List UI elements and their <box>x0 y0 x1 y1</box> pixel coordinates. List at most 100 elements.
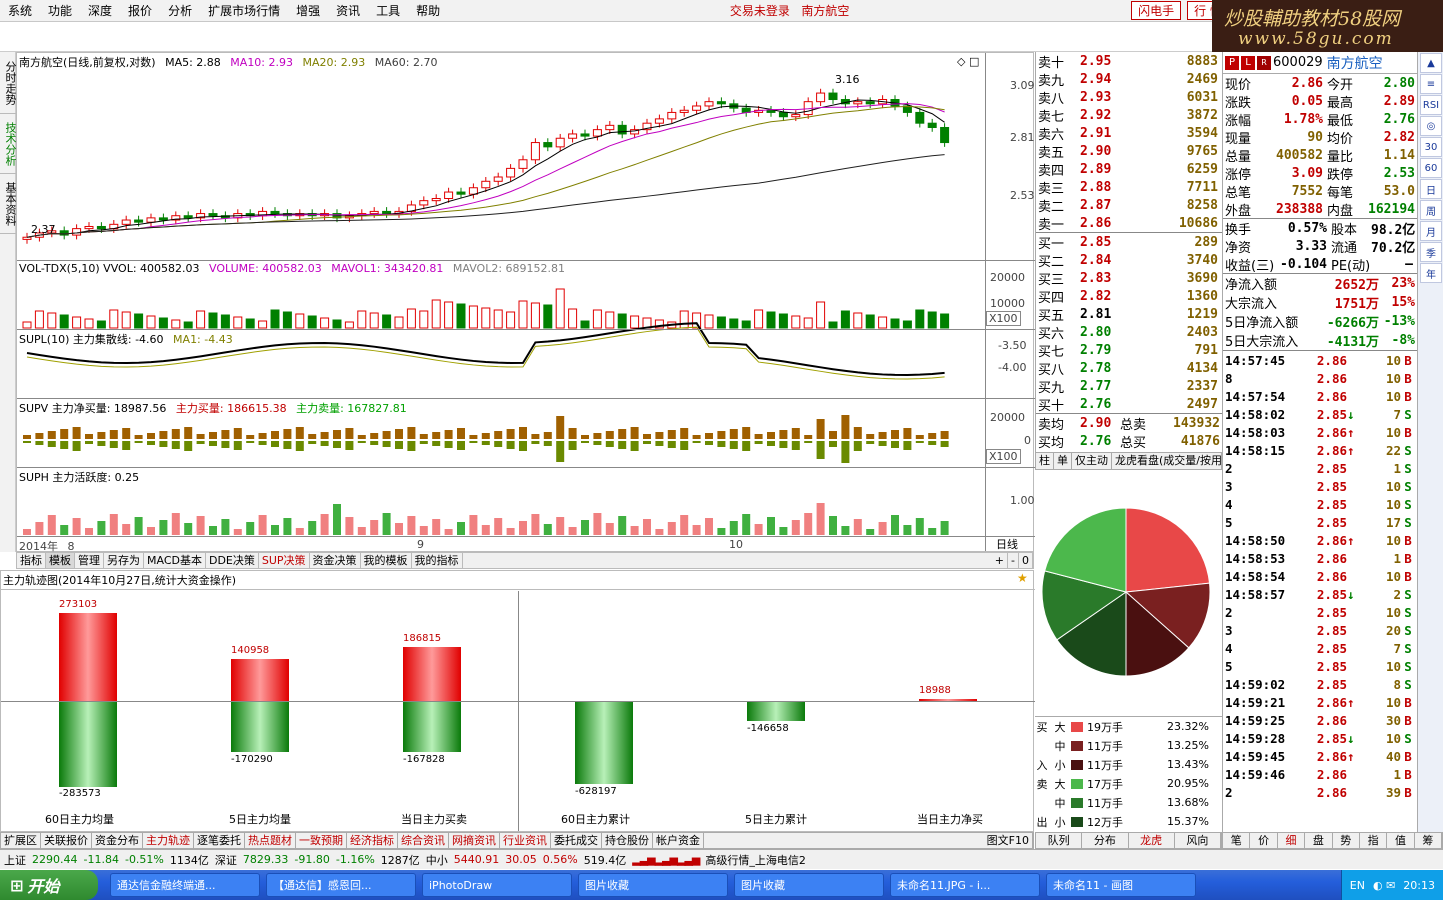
tab-technical[interactable]: 技术分析 <box>0 114 17 174</box>
ask-row[interactable]: 卖二 2.87 8258 <box>1036 196 1222 215</box>
ask-row[interactable]: 卖五 2.90 9765 <box>1036 142 1222 161</box>
btab[interactable]: 行业资讯 <box>500 833 551 848</box>
start-button[interactable]: ⊞ 开始 <box>0 870 98 900</box>
menu-system[interactable]: 系统 <box>0 2 40 19</box>
menu-function[interactable]: 功能 <box>40 2 80 19</box>
flash-trade-button[interactable]: 闪电手 <box>1131 1 1182 20</box>
p-badge[interactable]: P <box>1225 55 1239 70</box>
bid-row[interactable]: 买二 2.84 3740 <box>1036 251 1222 270</box>
book-tab-active[interactable]: 仅主动 <box>1072 453 1112 469</box>
qtab[interactable]: 盘 <box>1305 833 1333 848</box>
taskbar-item[interactable]: 通达信金融终端通... <box>110 873 260 897</box>
tab-save-as[interactable]: 另存为 <box>104 553 144 568</box>
ask-row[interactable]: 卖十 2.95 8883 <box>1036 52 1222 71</box>
btab-main-force-track[interactable]: 主力轨迹 <box>143 833 194 848</box>
ask-row[interactable]: 卖一 2.86 10686 <box>1036 214 1222 233</box>
book-tab-single[interactable]: 单 <box>1054 453 1072 469</box>
menu-ext-market[interactable]: 扩展市场行情 <box>200 2 288 19</box>
tool-icon[interactable]: ◎ <box>1420 116 1442 136</box>
qtab[interactable]: 值 <box>1387 833 1415 848</box>
menu-analysis[interactable]: 分析 <box>160 2 200 19</box>
btab[interactable]: 一致预期 <box>296 833 347 848</box>
taskbar-item[interactable]: 图片收藏 <box>578 873 728 897</box>
tab-intraday[interactable]: 分时走势 <box>0 52 17 114</box>
ask-row[interactable]: 卖四 2.89 6259 <box>1036 160 1222 179</box>
qtab[interactable]: 指 <box>1360 833 1388 848</box>
tab-distribution[interactable]: 分布 <box>1082 833 1129 848</box>
tab-wind[interactable]: 风向 <box>1175 833 1221 848</box>
menu-help[interactable]: 帮助 <box>408 2 448 19</box>
kline-chart[interactable]: 南方航空(日线,前复权,对数) MA5: 2.88 MA10: 2.93 MA2… <box>16 52 1035 553</box>
bid-row[interactable]: 买十 2.76 2497 <box>1036 395 1222 414</box>
tool-icon[interactable]: 月 <box>1420 221 1442 241</box>
tab-my-template[interactable]: 我的模板 <box>361 553 412 568</box>
btab[interactable]: 热点题材 <box>245 833 296 848</box>
btab[interactable]: 委托成交 <box>551 833 602 848</box>
tool-icon[interactable]: 日 <box>1420 179 1442 199</box>
tab-capital[interactable]: 资金决策 <box>310 553 361 568</box>
ask-row[interactable]: 卖六 2.91 3594 <box>1036 124 1222 143</box>
btab[interactable]: 逐笔委托 <box>194 833 245 848</box>
zoom-reset-button[interactable]: 0 <box>1019 553 1033 568</box>
qtab-detail[interactable]: 细 <box>1278 833 1306 848</box>
book-tab-bar[interactable]: 柱 <box>1036 453 1054 469</box>
tool-icon[interactable]: 60 <box>1420 158 1442 178</box>
ask-row[interactable]: 卖八 2.93 6031 <box>1036 88 1222 107</box>
tab-queue[interactable]: 队列 <box>1036 833 1083 848</box>
btab[interactable]: 持仓股份 <box>602 833 653 848</box>
tab-macd[interactable]: MACD基本 <box>144 553 206 568</box>
sz-index-name[interactable]: 深证 <box>215 852 237 868</box>
btab[interactable]: 关联报价 <box>41 833 92 848</box>
tab-template[interactable]: 模板 <box>46 553 75 568</box>
feed-server[interactable]: 高级行情_上海电信2 <box>705 852 806 868</box>
bid-row[interactable]: 买八 2.78 4134 <box>1036 359 1222 378</box>
menu-tools[interactable]: 工具 <box>368 2 408 19</box>
tray-icons[interactable]: ◐ ✉ <box>1373 879 1395 892</box>
taskbar-item[interactable]: 【通达信】感恩回... <box>266 873 416 897</box>
l-badge[interactable]: L <box>1241 55 1255 70</box>
ask-row[interactable]: 卖三 2.88 7711 <box>1036 178 1222 197</box>
ask-row[interactable]: 卖九 2.94 2469 <box>1036 70 1222 89</box>
bid-row[interactable]: 买三 2.83 3690 <box>1036 269 1222 288</box>
btab-f10[interactable]: 图文F10 <box>984 833 1033 848</box>
tool-icon[interactable]: ≡ <box>1420 74 1442 94</box>
zoom-in-button[interactable]: + <box>992 553 1009 568</box>
tool-icon[interactable]: RSI <box>1420 95 1442 115</box>
btab[interactable]: 网摘资讯 <box>449 833 500 848</box>
tab-indicator[interactable]: 指标 <box>17 553 46 568</box>
qtab[interactable]: 筹 <box>1415 833 1442 848</box>
tool-icon[interactable]: 季 <box>1420 242 1442 262</box>
taskbar-item[interactable]: 图片收藏 <box>734 873 884 897</box>
ask-row[interactable]: 卖七 2.92 3872 <box>1036 106 1222 125</box>
btab[interactable]: 扩展区 <box>1 833 41 848</box>
bid-row[interactable]: 买九 2.77 2337 <box>1036 377 1222 396</box>
tab-sup[interactable]: SUP决策 <box>259 553 310 568</box>
tool-icon[interactable]: 周 <box>1420 200 1442 220</box>
bid-row[interactable]: 买四 2.82 1360 <box>1036 287 1222 306</box>
btab[interactable]: 经济指标 <box>347 833 398 848</box>
qtab[interactable]: 价 <box>1250 833 1278 848</box>
menu-enhance[interactable]: 增强 <box>288 2 328 19</box>
bid-row[interactable]: 买六 2.80 2403 <box>1036 323 1222 342</box>
menu-quote[interactable]: 报价 <box>120 2 160 19</box>
menu-depth[interactable]: 深度 <box>80 2 120 19</box>
sh-index-name[interactable]: 上证 <box>4 852 26 868</box>
qtab[interactable]: 势 <box>1333 833 1360 848</box>
tool-icon[interactable]: ▲ <box>1420 53 1442 73</box>
book-tab-dragon[interactable]: 龙虎看盘(成交量/按用 <box>1112 453 1226 469</box>
bid-row[interactable]: 买七 2.79 791 <box>1036 341 1222 360</box>
taskbar-item[interactable]: iPhotoDraw <box>422 873 572 897</box>
btab[interactable]: 综合资讯 <box>398 833 449 848</box>
bid-row[interactable]: 买五 2.81 1219 <box>1036 305 1222 324</box>
tool-icon[interactable]: 年 <box>1420 263 1442 283</box>
tab-my-indicator[interactable]: 我的指标 <box>412 553 463 568</box>
taskbar-item[interactable]: 未命名11 - 画图 <box>1046 873 1196 897</box>
r-badge[interactable]: R <box>1257 55 1271 70</box>
period-label[interactable]: 日线 <box>996 536 1018 552</box>
star-icon[interactable]: ★ <box>1017 571 1028 585</box>
bid-row[interactable]: 买一 2.85 289 <box>1036 233 1222 252</box>
qtab[interactable]: 笔 <box>1223 833 1251 848</box>
menu-info[interactable]: 资讯 <box>328 2 368 19</box>
tab-fundamentals[interactable]: 基本资料 <box>0 174 17 234</box>
tab-dde[interactable]: DDE决策 <box>206 553 259 568</box>
